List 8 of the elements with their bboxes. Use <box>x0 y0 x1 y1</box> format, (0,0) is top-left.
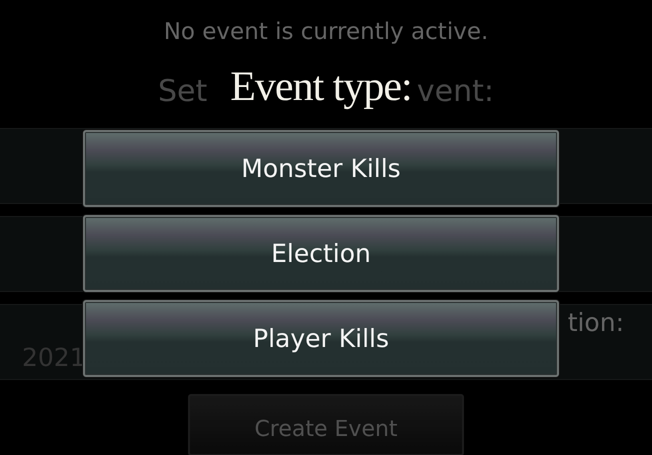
heading-text: Set <box>158 73 208 111</box>
row-label: tion: <box>568 308 624 337</box>
status-text: No event is currently active. <box>164 18 488 47</box>
heading-text: vent: <box>416 73 494 111</box>
event-type-button[interactable]: Monster Kills <box>83 130 559 207</box>
event-type-button[interactable]: Player Kills <box>83 300 559 377</box>
dialog-title: Event type: <box>230 63 412 112</box>
event-type-button[interactable]: Election <box>83 215 559 292</box>
